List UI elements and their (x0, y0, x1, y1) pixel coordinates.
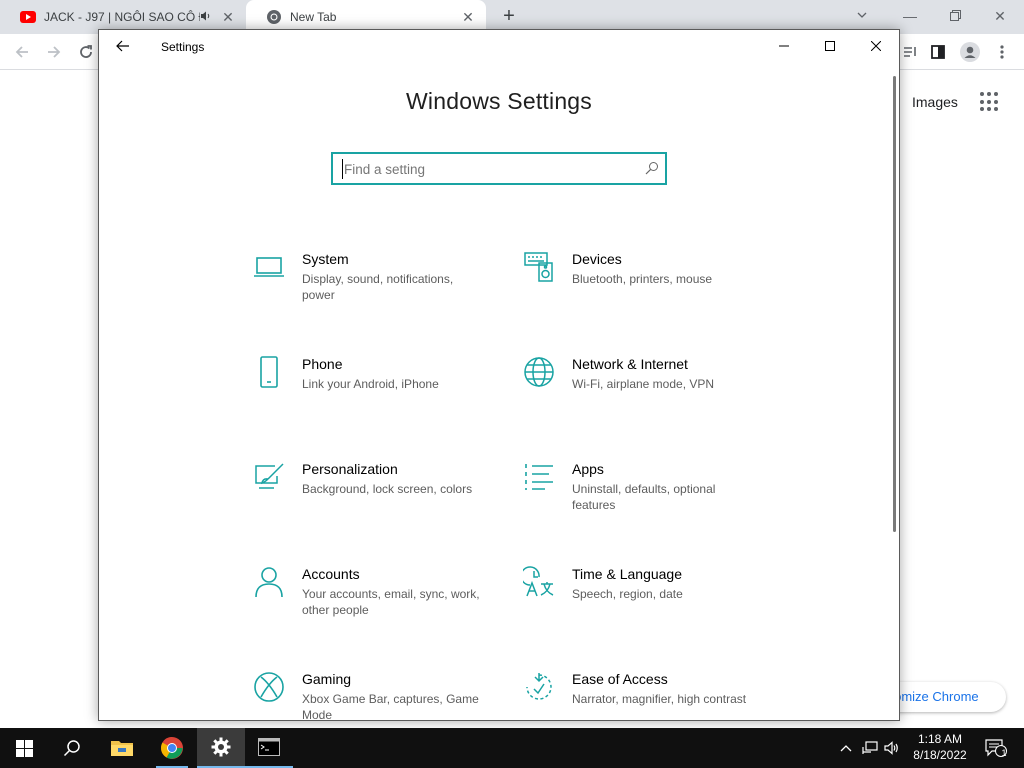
category-name: Personalization (302, 461, 398, 477)
laptop-icon (252, 250, 286, 284)
start-button[interactable] (0, 728, 48, 768)
volume-icon[interactable] (884, 740, 900, 756)
tab-search-icon[interactable] (850, 4, 874, 28)
category-description: Link your Android, iPhone (302, 377, 439, 391)
action-center-button[interactable]: 1 (984, 739, 1008, 758)
search-icon (63, 740, 80, 757)
new-tab-button[interactable]: + (498, 6, 520, 28)
globe-icon (522, 355, 556, 389)
phone-icon (252, 355, 286, 389)
images-link[interactable]: Images (912, 94, 958, 110)
apps-list-icon (522, 460, 556, 494)
category-gaming[interactable]: Gaming Xbox Game Bar, captures, Game Mod… (252, 670, 492, 721)
chrome-icon (161, 737, 183, 759)
file-explorer-button[interactable] (98, 728, 146, 768)
category-phone[interactable]: Phone Link your Android, iPhone (252, 355, 492, 435)
profile-avatar-icon[interactable] (960, 42, 980, 62)
taskbar: 1:18 AM 8/18/2022 1 (0, 728, 1024, 768)
category-description: Your accounts, email, sync, work, other … (302, 587, 480, 617)
search-button[interactable] (48, 728, 96, 768)
side-panel-icon[interactable] (928, 42, 948, 62)
person-icon (252, 565, 286, 599)
category-name: Network & Internet (572, 356, 688, 372)
network-icon[interactable] (862, 740, 878, 756)
minimize-icon[interactable]: — (898, 4, 922, 28)
back-arrow-icon[interactable] (12, 42, 32, 62)
chevron-up-icon[interactable] (838, 740, 854, 756)
category-devices[interactable]: Devices Bluetooth, printers, mouse (522, 250, 762, 330)
category-description: Xbox Game Bar, captures, Game Mode (302, 692, 479, 721)
chrome-taskbar-button[interactable] (148, 728, 196, 768)
category-description: Uninstall, defaults, optional features (572, 482, 716, 512)
clock-time: 1:18 AM (917, 732, 963, 746)
category-network-internet[interactable]: Network & Internet Wi-Fi, airplane mode,… (522, 355, 762, 435)
command-prompt-button[interactable] (245, 728, 293, 768)
gear-icon (211, 737, 231, 757)
terminal-icon (258, 738, 280, 756)
paint-brush-icon (252, 460, 286, 494)
forward-arrow-icon[interactable] (44, 42, 64, 62)
tab-title: JACK - J97 | NGÔI SAO CÔ Đ (44, 10, 200, 24)
close-icon[interactable]: ✕ (988, 4, 1012, 28)
reading-list-icon[interactable] (900, 42, 920, 62)
folder-icon (111, 741, 133, 756)
category-ease-of-access[interactable]: Ease of Access Narrator, magnifier, high… (522, 670, 762, 720)
category-system[interactable]: System Display, sound, notifications, po… (252, 250, 492, 330)
category-description: Speech, region, date (572, 587, 683, 601)
settings-categories: System Display, sound, notifications, po… (99, 30, 899, 721)
more-menu-icon[interactable] (992, 42, 1012, 62)
close-tab-icon[interactable]: ✕ (220, 9, 236, 26)
category-name: Devices (572, 251, 622, 267)
google-apps-icon[interactable] (980, 92, 1000, 112)
category-name: System (302, 251, 349, 267)
category-name: Phone (302, 356, 343, 372)
tab-title: New Tab (290, 10, 337, 24)
ease-of-access-icon (522, 670, 556, 704)
time-language-icon (522, 565, 556, 599)
category-time-language[interactable]: Time & Language Speech, region, date (522, 565, 762, 645)
reload-icon[interactable] (76, 42, 96, 62)
category-name: Ease of Access (572, 671, 668, 687)
category-accounts[interactable]: Accounts Your accounts, email, sync, wor… (252, 565, 492, 645)
category-name: Apps (572, 461, 604, 477)
scrollbar[interactable] (893, 76, 896, 532)
settings-window: Settings Windows Settings System Display… (98, 29, 900, 721)
keyboard-speaker-icon (522, 250, 556, 284)
youtube-icon (20, 9, 36, 25)
windows-logo-icon (15, 739, 33, 757)
category-apps[interactable]: Apps Uninstall, defaults, optional featu… (522, 460, 762, 540)
category-name: Gaming (302, 671, 352, 687)
category-description: Background, lock screen, colors (302, 482, 473, 496)
speaker-icon[interactable] (200, 10, 214, 25)
category-description: Wi-Fi, airplane mode, VPN (572, 377, 715, 391)
category-description: Display, sound, notifications, power (302, 272, 454, 302)
clock[interactable]: 1:18 AM 8/18/2022 (908, 731, 972, 763)
category-personalization[interactable]: Personalization Background, lock screen,… (252, 460, 492, 540)
close-tab-icon[interactable]: ✕ (460, 9, 476, 26)
settings-taskbar-button[interactable] (197, 728, 245, 768)
xbox-icon (252, 670, 286, 704)
notification-count: 1 (1001, 748, 1007, 758)
category-description: Narrator, magnifier, high contrast (572, 692, 747, 706)
category-name: Time & Language (572, 566, 682, 582)
chrome-icon (266, 9, 282, 25)
category-description: Bluetooth, printers, mouse (572, 272, 713, 286)
restore-icon[interactable] (943, 4, 967, 28)
clock-date: 8/18/2022 (913, 748, 967, 762)
category-name: Accounts (302, 566, 360, 582)
